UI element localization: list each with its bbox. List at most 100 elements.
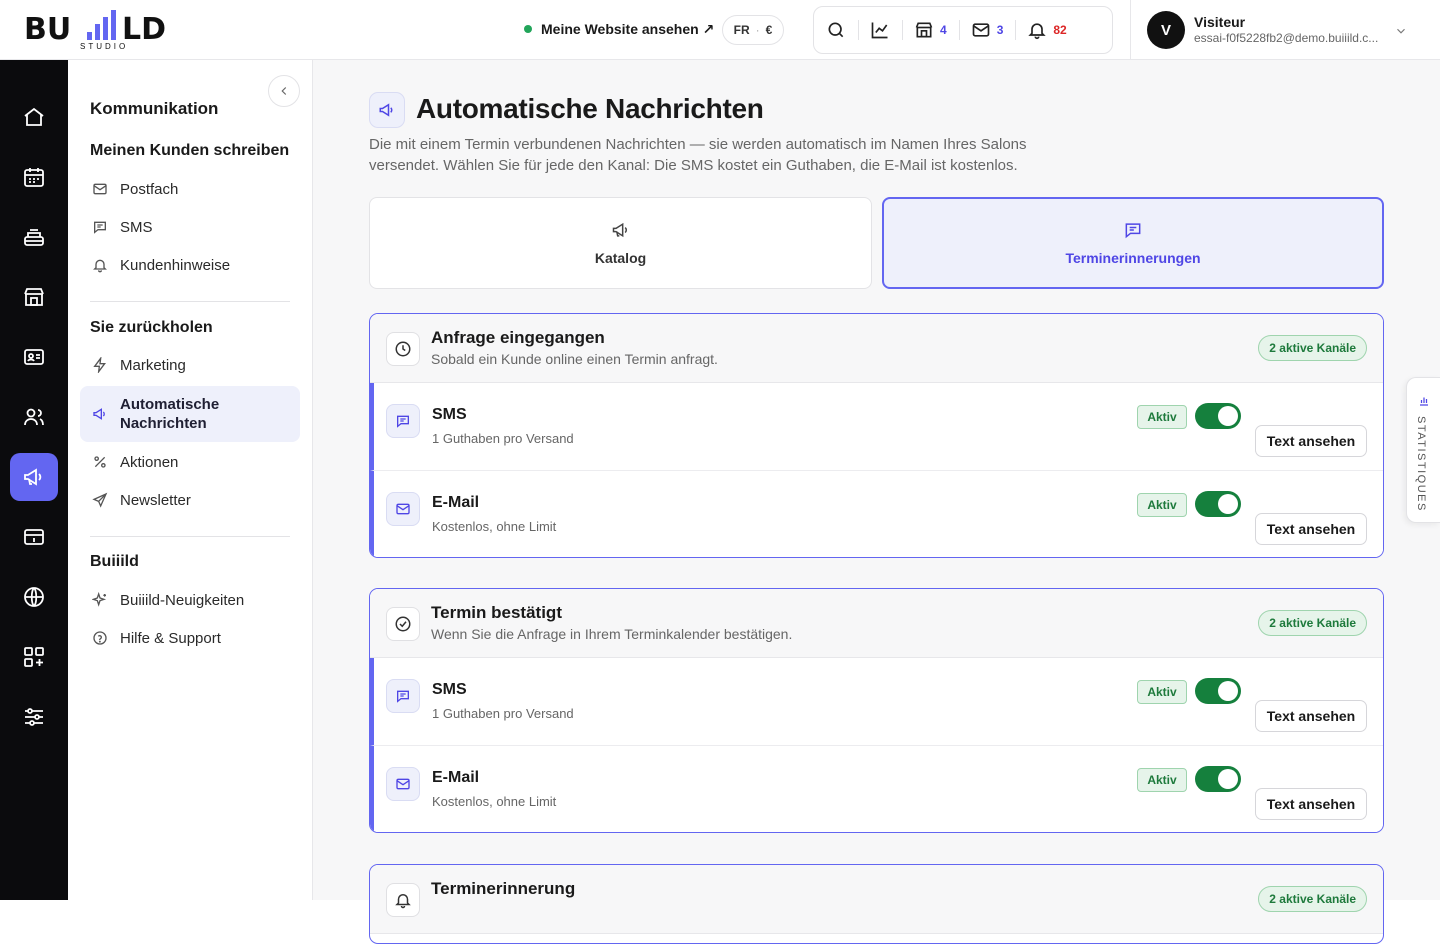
channel-row-sms: SMS 1 Guthaben pro Versand Aktiv Text an… xyxy=(370,383,1383,470)
sidebar-item-label: Hilfe & Support xyxy=(120,629,221,647)
channel-toggle[interactable] xyxy=(1195,678,1241,704)
mail-icon xyxy=(972,23,990,37)
nav-payments[interactable] xyxy=(10,513,58,561)
storefront-icon xyxy=(24,288,44,306)
chat-icon xyxy=(1125,223,1141,239)
calendar-icon xyxy=(24,168,44,187)
card-subtitle: Wenn Sie die Anfrage in Ihrem Terminkale… xyxy=(431,626,793,642)
sidebar-item-marketing[interactable]: Marketing xyxy=(80,347,300,383)
nav-register[interactable] xyxy=(10,213,58,261)
channel-icon xyxy=(386,492,420,526)
view-text-button[interactable]: Text ansehen xyxy=(1255,700,1367,732)
channel-subtitle: Kostenlos, ohne Limit xyxy=(432,519,557,534)
sidebar-section-winback: Sie zurückholen xyxy=(90,319,213,336)
tab-label: Terminerinnerungen xyxy=(1065,250,1201,266)
user-name[interactable]: Visiteur xyxy=(1194,14,1245,30)
svg-text:BU: BU xyxy=(24,12,71,47)
search-icon xyxy=(828,22,844,38)
trigger-card-erinnerung: Terminerinnerung 2 aktive Kanäle xyxy=(369,864,1384,944)
nav-clients[interactable] xyxy=(10,393,58,441)
users-icon xyxy=(24,408,44,426)
card-title: Anfrage eingegangen xyxy=(431,328,605,347)
view-website-label: Meine Website ansehen ↗ xyxy=(541,20,715,37)
nav-communication[interactable] xyxy=(10,453,58,501)
sidebar-item-hilfe[interactable]: Hilfe & Support xyxy=(80,620,300,656)
messages-button[interactable]: 3 xyxy=(958,6,1016,54)
channel-title: E-Mail xyxy=(432,494,480,511)
nav-home[interactable] xyxy=(10,93,58,141)
buiiild-logo[interactable]: BU LD STUDIO xyxy=(24,8,184,52)
avatar[interactable]: V xyxy=(1147,11,1185,49)
trigger-card-anfrage: Anfrage eingegangen Sobald ein Kunde onl… xyxy=(369,313,1384,558)
sidebar-title: Kommunikation xyxy=(90,99,219,118)
channel-toggle[interactable] xyxy=(1195,766,1241,792)
status-badge: Aktiv xyxy=(1137,680,1187,704)
credit-card-icon xyxy=(24,529,44,545)
svg-text:LD: LD xyxy=(122,12,166,47)
main-nav-rail xyxy=(0,60,68,900)
top-bar: BU LD STUDIO Meine Website ansehen ↗ FR … xyxy=(0,0,1440,60)
megaphone-icon xyxy=(379,103,393,117)
card-icon xyxy=(386,332,420,366)
stores-button[interactable]: 4 xyxy=(902,6,959,54)
send-icon xyxy=(92,492,108,508)
collapse-sidebar-button[interactable] xyxy=(268,75,300,107)
sidebar-item-neuigkeiten[interactable]: Buiiild-Neuigkeiten xyxy=(80,582,300,618)
nav-settings[interactable] xyxy=(10,693,58,741)
megaphone-icon xyxy=(24,468,42,486)
nav-store[interactable] xyxy=(10,273,58,321)
page-title: Automatische Nachrichten xyxy=(416,93,764,124)
bell-icon xyxy=(93,259,107,273)
store-icon xyxy=(915,22,933,38)
sidebar-item-aktionen[interactable]: Aktionen xyxy=(80,444,300,480)
chevron-down-icon[interactable] xyxy=(1394,24,1408,38)
nav-apps[interactable] xyxy=(10,633,58,681)
sidebar-item-label: Aktionen xyxy=(120,453,179,471)
online-status-dot xyxy=(524,25,532,33)
sidebar-item-label: Buiiild-Neuigkeiten xyxy=(120,591,245,609)
channel-title: SMS xyxy=(432,681,467,698)
channel-toggle[interactable] xyxy=(1195,403,1241,429)
view-text-button[interactable]: Text ansehen xyxy=(1255,513,1367,545)
nav-calendar[interactable] xyxy=(10,153,58,201)
search-button[interactable] xyxy=(814,6,858,54)
sidebar-item-postfach[interactable]: Postfach xyxy=(80,171,300,207)
card-title: Terminerinnerung xyxy=(431,879,576,898)
tab-katalog[interactable]: Katalog xyxy=(369,197,872,289)
view-website-link[interactable]: Meine Website ansehen ↗ xyxy=(524,18,714,40)
view-text-button[interactable]: Text ansehen xyxy=(1255,788,1367,820)
tab-terminerinnerungen[interactable]: Terminerinnerungen xyxy=(882,197,1384,289)
statistics-label: STATISTIQUES xyxy=(1415,416,1427,512)
nav-client-cards[interactable] xyxy=(10,333,58,381)
notifications-button[interactable]: 82 xyxy=(1015,6,1078,54)
sidebar-item-newsletter[interactable]: Newsletter xyxy=(80,482,300,518)
megaphone-icon xyxy=(93,408,105,420)
view-text-button[interactable]: Text ansehen xyxy=(1255,425,1367,457)
bell-icon xyxy=(395,894,411,909)
sidebar-item-label: SMS xyxy=(120,218,153,236)
channel-subtitle: 1 Guthaben pro Versand xyxy=(432,706,574,721)
check-circle-icon xyxy=(395,616,411,632)
sidebar-item-label: Marketing xyxy=(120,356,186,374)
language-currency-selector[interactable]: FR · € xyxy=(722,15,784,45)
logo-subtitle: STUDIO xyxy=(80,42,129,51)
channel-toggle[interactable] xyxy=(1195,491,1241,517)
active-channels-badge: 2 aktive Kanäle xyxy=(1258,610,1367,636)
stats-button[interactable] xyxy=(858,6,902,54)
home-icon xyxy=(24,107,44,126)
card-icon xyxy=(386,883,420,917)
chevron-left-icon xyxy=(281,87,287,95)
active-channels-badge: 2 aktive Kanäle xyxy=(1258,335,1367,361)
sidebar-item-sms[interactable]: SMS xyxy=(80,209,300,245)
notifications-count: 82 xyxy=(1053,23,1067,37)
nav-website[interactable] xyxy=(10,573,58,621)
card-header: Termin bestätigt Wenn Sie die Anfrage in… xyxy=(370,589,1383,658)
statistics-side-tab[interactable]: STATISTIQUES xyxy=(1406,377,1440,523)
active-channels-badge: 2 aktive Kanäle xyxy=(1258,886,1367,912)
sidebar-item-kundenhinweise[interactable]: Kundenhinweise xyxy=(80,247,300,283)
chat-icon xyxy=(397,415,409,428)
sidebar-item-automatische-nachrichten[interactable]: Automatische Nachrichten xyxy=(80,386,300,442)
channel-title: E-Mail xyxy=(432,769,480,786)
megaphone-icon xyxy=(612,222,627,238)
lang-separator: · xyxy=(755,23,760,37)
